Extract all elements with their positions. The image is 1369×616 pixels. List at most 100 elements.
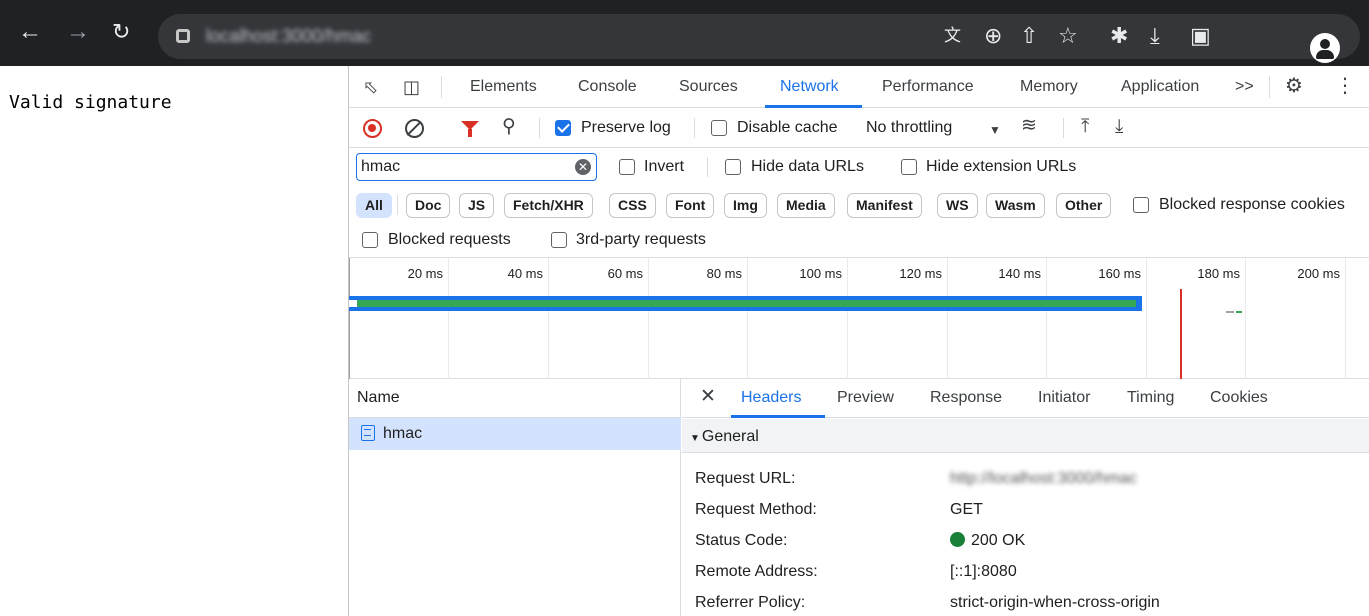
invert-label[interactable]: Invert — [644, 158, 684, 176]
tick-line — [1146, 258, 1147, 379]
type-media[interactable]: Media — [777, 193, 835, 218]
import-har-icon[interactable]: ⤒ — [1081, 117, 1089, 136]
name-column-label: Name — [357, 389, 400, 406]
tick-line — [648, 258, 649, 379]
status-code-text: 200 OK — [971, 532, 1026, 549]
type-css[interactable]: CSS — [609, 193, 656, 218]
timeline-start-line — [349, 258, 350, 379]
share-icon[interactable]: ⇧ — [1020, 25, 1038, 47]
device-toolbar-icon[interactable]: ◫ — [403, 78, 420, 96]
address-bar[interactable]: localhost:3000/hmac 文 ⊕ ⇧ ☆ ✱ ⤓ ▣ — [158, 14, 1360, 63]
page-message: Valid signature — [9, 92, 172, 113]
export-har-icon[interactable]: ⤓ — [1115, 117, 1123, 136]
blocked-requests-label[interactable]: Blocked requests — [388, 231, 511, 249]
tick-label: 100 ms — [799, 266, 842, 281]
tab-timing[interactable]: Timing — [1127, 389, 1174, 407]
inspect-element-icon[interactable]: ⬁ — [363, 78, 378, 96]
tab-initiator[interactable]: Initiator — [1038, 389, 1090, 407]
type-js[interactable]: JS — [459, 193, 495, 218]
hide-data-urls-label[interactable]: Hide data URLs — [751, 158, 864, 176]
filter-icon[interactable] — [461, 121, 479, 137]
type-fetch-xhr[interactable]: Fetch/XHR — [504, 193, 593, 218]
type-manifest[interactable]: Manifest — [847, 193, 922, 218]
more-tabs-button[interactable]: >> — [1235, 78, 1254, 96]
third-party-requests-checkbox[interactable] — [551, 232, 567, 248]
request-row[interactable]: hmac — [349, 418, 681, 450]
type-other[interactable]: Other — [1056, 193, 1112, 218]
preserve-log-label[interactable]: Preserve log — [581, 119, 671, 137]
hide-extension-urls-label[interactable]: Hide extension URLs — [926, 158, 1076, 176]
back-arrow-icon[interactable]: ← — [18, 20, 42, 44]
type-doc[interactable]: Doc — [406, 193, 451, 218]
tick-line — [747, 258, 748, 379]
tab-response[interactable]: Response — [930, 389, 1002, 407]
record-button[interactable] — [363, 119, 382, 138]
blocked-requests-checkbox[interactable] — [362, 232, 378, 248]
translate-icon[interactable]: 文 — [944, 25, 961, 47]
request-url-value: http://localhost:3000/hmac — [950, 470, 1137, 487]
tick-line — [947, 258, 948, 379]
tab-performance[interactable]: Performance — [882, 78, 974, 96]
tick-label: 200 ms — [1297, 266, 1340, 281]
bookmark-star-icon[interactable]: ☆ — [1058, 25, 1078, 47]
network-conditions-icon[interactable]: ≋ — [1021, 116, 1037, 135]
general-label: General — [701, 428, 759, 445]
tab-preview[interactable]: Preview — [837, 389, 894, 407]
type-all[interactable]: All — [356, 193, 392, 218]
tab-elements[interactable]: Elements — [470, 78, 537, 96]
close-icon[interactable]: ✕ — [700, 387, 716, 406]
more-options-icon[interactable]: ⋮ — [1335, 76, 1355, 96]
type-font[interactable]: Font — [666, 193, 715, 218]
tab-application[interactable]: Application — [1121, 78, 1199, 96]
filter-input[interactable] — [361, 157, 561, 177]
general-section-header[interactable]: ▼ General — [682, 419, 1369, 453]
third-party-requests-label[interactable]: 3rd-party requests — [576, 231, 706, 249]
tab-console[interactable]: Console — [578, 78, 637, 96]
forward-arrow-icon[interactable]: → — [66, 20, 90, 44]
settings-gear-icon[interactable]: ⚙ — [1285, 76, 1303, 96]
tab-sources[interactable]: Sources — [679, 78, 738, 96]
name-column-header[interactable]: Name — [349, 379, 681, 418]
download-segment — [1236, 311, 1242, 313]
tab-cookies[interactable]: Cookies — [1210, 389, 1268, 407]
type-img[interactable]: Img — [724, 193, 767, 218]
search-icon[interactable]: ⚲ — [502, 117, 516, 136]
type-wasm[interactable]: Wasm — [986, 193, 1045, 218]
tab-memory[interactable]: Memory — [1020, 78, 1078, 96]
preserve-log-checkbox[interactable] — [555, 120, 571, 136]
status-code-value: 200 OK — [950, 532, 1025, 550]
filter-field[interactable]: ✕ — [356, 153, 597, 181]
invert-checkbox[interactable] — [619, 159, 635, 175]
tick-line — [1345, 258, 1346, 379]
disable-cache-checkbox[interactable] — [711, 120, 727, 136]
type-ws[interactable]: WS — [937, 193, 978, 218]
blocked-response-cookies-label[interactable]: Blocked response cookies — [1159, 196, 1345, 214]
throttling-select[interactable]: No throttling — [866, 119, 952, 137]
clear-filter-icon[interactable]: ✕ — [575, 159, 591, 175]
zoom-icon[interactable]: ⊕ — [984, 25, 1002, 47]
disable-cache-label[interactable]: Disable cache — [737, 119, 838, 137]
network-split-view: Name hmac ✕ Headers Preview Response Ini… — [349, 379, 1369, 616]
remote-address-value: [::1]:8080 — [950, 563, 1017, 580]
blocked-response-cookies-checkbox[interactable] — [1133, 197, 1149, 213]
extensions-icon[interactable]: ✱ — [1110, 25, 1128, 47]
network-overview-timeline[interactable]: 20 ms 40 ms 60 ms 80 ms 100 ms 120 ms 14… — [349, 258, 1369, 379]
general-section-title: ▼ General — [690, 428, 759, 446]
download-icon[interactable]: ⤓ — [1150, 25, 1160, 47]
divider — [1269, 76, 1270, 98]
profile-icon[interactable] — [1310, 33, 1340, 63]
active-detail-tab-indicator — [731, 415, 825, 418]
tab-headers[interactable]: Headers — [741, 389, 801, 407]
address-url[interactable]: localhost:3000/hmac — [206, 26, 371, 47]
side-panel-icon[interactable]: ▣ — [1190, 25, 1211, 47]
chevron-down-icon[interactable]: ▼ — [989, 121, 1001, 139]
hide-extension-urls-checkbox[interactable] — [901, 159, 917, 175]
site-info-icon[interactable] — [176, 29, 190, 43]
tab-network[interactable]: Network — [780, 78, 839, 96]
tick-line — [448, 258, 449, 379]
reload-icon[interactable]: ↻ — [112, 20, 130, 44]
clear-log-button[interactable] — [405, 119, 424, 138]
waterfall-request-bar — [356, 300, 1136, 307]
hide-data-urls-checkbox[interactable] — [725, 159, 741, 175]
divider — [397, 195, 398, 215]
